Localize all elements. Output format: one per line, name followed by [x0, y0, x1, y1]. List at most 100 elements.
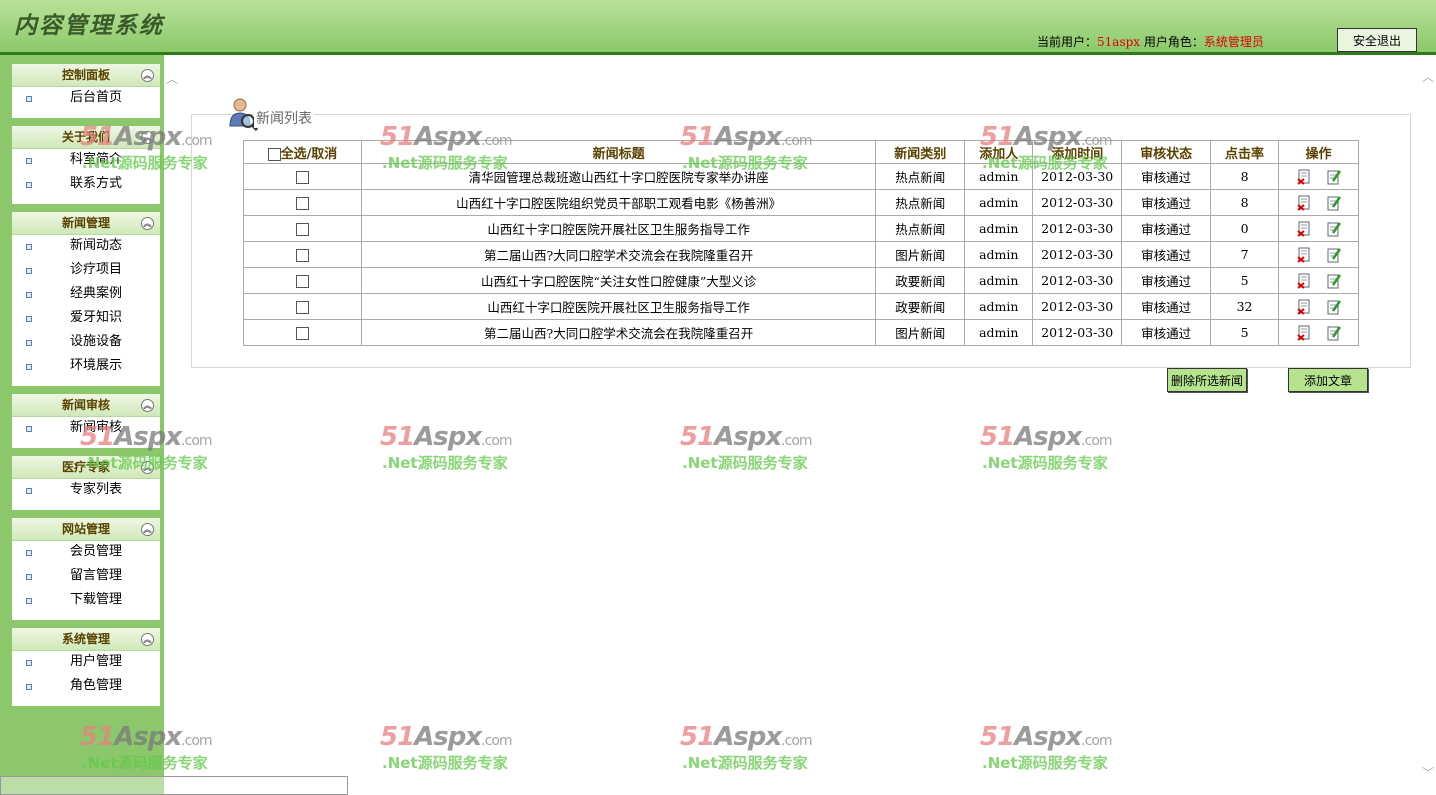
collapse-icon[interactable]: ︽: [141, 523, 154, 536]
sidebar-item[interactable]: 科室简介: [12, 148, 160, 172]
row-select-cell[interactable]: [243, 319, 362, 346]
collapse-icon[interactable]: ︽: [141, 461, 154, 474]
sidebar-item[interactable]: 设施设备: [12, 330, 160, 354]
row-actions[interactable]: [1278, 189, 1359, 216]
sidebar-item[interactable]: 会员管理: [12, 540, 160, 564]
sidebar-item[interactable]: 诊疗项目: [12, 258, 160, 282]
delete-icon[interactable]: [1296, 247, 1311, 263]
row-select-cell[interactable]: [243, 241, 362, 268]
chevron-up-icon[interactable]: ︿: [166, 70, 178, 87]
news-date: 2012-03-30: [1032, 293, 1123, 320]
menu-group-header[interactable]: 医疗专家 ︽: [12, 456, 160, 479]
menu-group-header[interactable]: 系统管理 ︽: [12, 628, 160, 651]
delete-icon[interactable]: [1296, 221, 1311, 237]
row-select-cell[interactable]: [243, 189, 362, 216]
watermark: 51Aspx.com .Net源码服务专家: [380, 422, 513, 473]
collapse-icon[interactable]: ︽: [141, 131, 154, 144]
delete-icon[interactable]: [1296, 325, 1311, 341]
collapse-icon[interactable]: ︽: [141, 69, 154, 82]
row-select-cell[interactable]: [243, 293, 362, 320]
sidebar-item[interactable]: 用户管理: [12, 650, 160, 674]
news-title: 山西红十字口腔医院“关注女性口腔健康”大型义诊: [360, 267, 877, 294]
menu-group-header[interactable]: 新闻管理 ︽: [12, 212, 160, 235]
col-status: 审核状态: [1121, 140, 1212, 164]
sidebar-item-label: 留言管理: [69, 568, 122, 583]
news-status: 审核通过: [1121, 293, 1212, 320]
row-select-cell[interactable]: [243, 163, 362, 190]
delete-icon[interactable]: [1296, 195, 1311, 211]
row-checkbox[interactable]: [295, 249, 309, 262]
edit-icon[interactable]: [1327, 169, 1341, 185]
delete-icon[interactable]: [1296, 273, 1311, 289]
news-title: 清华园管理总裁班邀山西红十字口腔医院专家举办讲座: [360, 163, 877, 190]
menu-group-header[interactable]: 控制面板 ︽: [12, 64, 160, 87]
menu-group: 新闻审核 ︽ 新闻审核: [12, 394, 160, 448]
logout-button[interactable]: 安全退出: [1337, 28, 1417, 52]
watermark-tagline: .Net源码服务专家: [382, 754, 508, 772]
sidebar-item-label: 设施设备: [69, 334, 122, 349]
menu-group: 系统管理 ︽ 用户管理角色管理: [12, 628, 160, 706]
collapse-icon[interactable]: ︽: [141, 399, 154, 412]
sidebar-item-label: 角色管理: [69, 678, 122, 693]
delete-icon[interactable]: [1296, 299, 1311, 315]
menu-group-header[interactable]: 网站管理 ︽: [12, 518, 160, 541]
watermark: 51Aspx.com .Net源码服务专家: [680, 422, 813, 473]
row-actions[interactable]: [1278, 215, 1359, 242]
user-role: 系统管理员: [1203, 35, 1264, 49]
delete-icon[interactable]: [1296, 169, 1311, 185]
edit-icon[interactable]: [1327, 221, 1341, 237]
menu-group-title: 新闻审核: [61, 398, 110, 412]
add-article-button[interactable]: 添加文章: [1288, 368, 1368, 392]
news-date: 2012-03-30: [1032, 163, 1123, 190]
edit-icon[interactable]: [1327, 247, 1341, 263]
sidebar-item[interactable]: 下载管理: [12, 588, 160, 612]
status-strip: [0, 776, 348, 795]
row-checkbox[interactable]: [295, 223, 309, 236]
edit-icon[interactable]: [1327, 325, 1341, 341]
row-actions[interactable]: [1278, 293, 1359, 320]
sidebar: 控制面板 ︽ 后台首页关于我们 ︽ 科室简介 联系方式新闻管理 ︽ 新闻动态 诊疗项目经典案例爱…: [0, 55, 164, 795]
row-actions[interactable]: [1278, 163, 1359, 190]
row-checkbox[interactable]: [295, 301, 309, 314]
sidebar-item[interactable]: 爱牙知识: [12, 306, 160, 330]
edit-icon[interactable]: [1327, 299, 1341, 315]
row-actions[interactable]: [1278, 319, 1359, 346]
sidebar-item[interactable]: 新闻动态: [12, 234, 160, 258]
row-select-cell[interactable]: [243, 267, 362, 294]
row-select-cell[interactable]: [243, 215, 362, 242]
row-actions[interactable]: [1278, 267, 1359, 294]
watermark: 51Aspx.com .Net源码服务专家: [980, 422, 1113, 473]
select-all-header[interactable]: 全选/取消: [243, 140, 362, 164]
row-checkbox[interactable]: [295, 171, 309, 184]
sidebar-item[interactable]: 新闻审核: [12, 416, 160, 440]
scroll-down-icon[interactable]: ﹀: [1422, 764, 1434, 781]
menu-group-header[interactable]: 关于我们 ︽: [12, 126, 160, 149]
sidebar-item[interactable]: 专家列表: [12, 478, 160, 502]
sidebar-item[interactable]: 后台首页: [12, 86, 160, 110]
watermark: 51Aspx.com .Net源码服务专家: [380, 722, 513, 773]
sidebar-item[interactable]: 环境展示: [12, 354, 160, 378]
sidebar-item-label: 新闻审核: [69, 420, 122, 435]
select-all-checkbox[interactable]: [267, 147, 281, 161]
collapse-icon[interactable]: ︽: [141, 217, 154, 230]
row-checkbox[interactable]: [295, 327, 309, 340]
news-author: admin: [964, 241, 1034, 268]
collapse-icon[interactable]: ︽: [141, 633, 154, 646]
sidebar-item-label: 经典案例: [69, 286, 122, 301]
edit-icon[interactable]: [1327, 195, 1341, 211]
sidebar-item[interactable]: 角色管理: [12, 674, 160, 698]
menu-group-header[interactable]: 新闻审核 ︽: [12, 394, 160, 417]
delete-selected-button[interactable]: 删除所选新闻: [1167, 368, 1247, 392]
scroll-up-icon[interactable]: ︿: [1422, 68, 1434, 85]
menu-group-title: 网站管理: [61, 522, 110, 536]
sidebar-item[interactable]: 经典案例: [12, 282, 160, 306]
col-title: 新闻标题: [360, 140, 877, 164]
sidebar-item[interactable]: 联系方式: [12, 172, 160, 196]
row-checkbox[interactable]: [295, 197, 309, 210]
edit-icon[interactable]: [1327, 273, 1341, 289]
menu-group: 新闻管理 ︽ 新闻动态 诊疗项目经典案例爱牙知识设施设备环境展示: [12, 212, 160, 386]
row-checkbox[interactable]: [295, 275, 309, 288]
sidebar-item[interactable]: 留言管理: [12, 564, 160, 588]
news-category: 图片新闻: [875, 319, 966, 346]
row-actions[interactable]: [1278, 241, 1359, 268]
